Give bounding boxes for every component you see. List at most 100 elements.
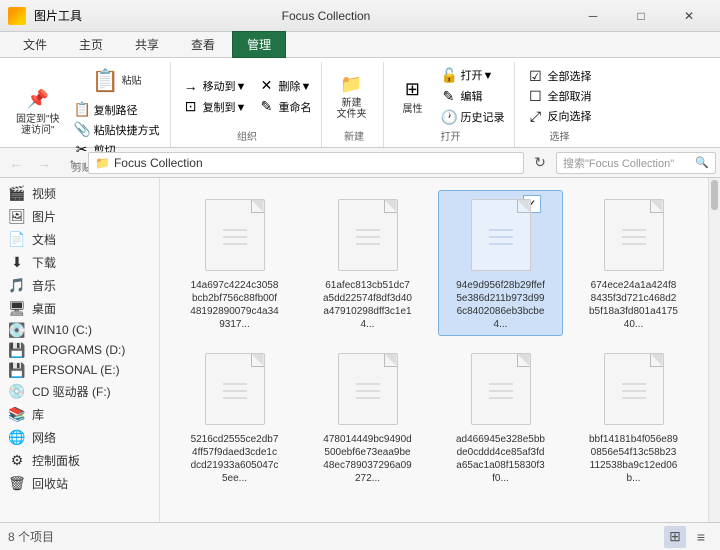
close-button[interactable]: ✕ [666,2,712,30]
select-all-button[interactable]: ☑ 全部选择 [523,67,595,86]
sidebar-label-pictures: 图片 [32,208,56,225]
videos-icon: 🎬 [8,187,26,201]
move-to-button[interactable]: → 移动到▼ [179,76,251,95]
invert-icon: ⤢ [527,108,543,125]
sidebar-item-control-panel[interactable]: ⚙ 控制面板 [0,449,159,472]
d-drive-icon: 💾 [8,343,26,357]
sidebar-item-desktop[interactable]: 🖥 桌面 [0,297,159,320]
address-path[interactable]: 📁 Focus Collection [88,152,524,174]
sidebar-label-documents: 文档 [32,231,56,248]
file-item-0[interactable]: 14a697c4224c3058bcb2bf756c88fb00f4819289… [172,190,297,336]
paste-label: 粘贴 [122,76,142,87]
properties-button[interactable]: ⊞ 属性 [392,75,432,118]
copy-path-button[interactable]: 📋 复制路径 [70,100,164,119]
sidebar-label-music: 音乐 [32,277,56,294]
f-drive-icon: 💿 [8,385,26,399]
documents-icon: 📄 [8,233,26,247]
history-label: 历史记录 [460,109,504,125]
file-doc-7 [604,353,664,425]
file-icon-6 [461,349,541,429]
file-item-1[interactable]: 61afec813cb51dc7a5dd22574f8df3d40a479102… [305,190,430,336]
desktop-icon: 🖥 [8,302,26,316]
tab-view[interactable]: 查看 [176,31,230,57]
up-button[interactable]: ↑ [60,151,84,175]
rename-label: 重命名 [278,99,311,115]
file-icon-0 [195,195,275,275]
sidebar-label-recycle-bin: 回收站 [32,475,68,492]
sidebar-item-c-drive[interactable]: 💽 WIN10 (C:) [0,320,159,340]
paste-shortcut-button[interactable]: 📎 粘贴快捷方式 [70,120,164,139]
file-scrollbar[interactable] [708,178,720,522]
ribbon-group-new: 📁 新建文件夹 新建 [324,62,384,147]
open-button[interactable]: 🔓 打开▼ [436,66,508,85]
edit-button[interactable]: ✎ 编辑 [436,87,508,106]
copy-label: 复制到▼ [203,99,247,115]
ribbon-tabs: 文件 主页 共享 查看 管理 [0,32,720,58]
sidebar-item-d-drive[interactable]: 💾 PROGRAMS (D:) [0,340,159,360]
new-folder-button[interactable]: 📁 新建文件夹 [330,69,372,123]
file-icon-3 [594,195,674,275]
new-content: 📁 新建文件夹 [330,64,377,128]
rename-button[interactable]: ✎ 重命名 [254,97,315,116]
deselect-all-icon: ☐ [527,88,543,105]
sidebar-item-e-drive[interactable]: 💾 PERSONAL (E:) [0,360,159,380]
file-item-6[interactable]: ad466945e328e5bbde0cddd4ce85af3fda65ac1a… [438,344,563,490]
invert-label: 反向选择 [547,108,591,124]
sidebar-label-c-drive: WIN10 (C:) [32,323,92,337]
item-count: 8 个项目 [8,528,54,545]
sidebar-item-documents[interactable]: 📄 文档 [0,228,159,251]
back-button[interactable]: ← [4,151,28,175]
select-label: 选择 [523,128,595,145]
copy-icon: ⊡ [183,98,199,115]
delete-button[interactable]: ✕ 删除▼ [254,76,315,95]
properties-label: 属性 [402,104,422,115]
deselect-all-label: 全部取消 [547,88,591,104]
clipboard-small-btns: 📋 复制路径 📎 粘贴快捷方式 ✂ 剪切 [70,100,164,159]
move-label: 移动到▼ [203,78,247,94]
file-item-2[interactable]: ✓ 94e9d956f28b29ffef5e386d211b973d996c84… [438,190,563,336]
grid-view-button[interactable]: ⊞ [664,526,686,548]
file-grid: 14a697c4224c3058bcb2bf756c88fb00f4819289… [168,186,700,494]
file-item-3[interactable]: 674ece24a1a424f88435f3d721c468d2b5f18a3f… [571,190,696,336]
refresh-button[interactable]: ↻ [528,151,552,175]
search-box[interactable]: 搜索"Focus Collection" 🔍 [556,152,716,174]
file-icon-7 [594,349,674,429]
sidebar-item-library[interactable]: 📚 库 [0,403,159,426]
path-icon: 📁 [95,156,110,170]
ribbon-group-clipboard: 📌 固定到"快速访问" 📋 粘贴 📋 复制路径 📎 粘贴快捷方式 [4,62,171,147]
history-button[interactable]: 🕐 历史记录 [436,108,508,127]
file-item-4[interactable]: 5216cd2555ce2db74ff57f9daed3cde1cdcd2193… [172,344,297,490]
file-item-5[interactable]: 478014449bc9490d500ebf6e73eaa9be48ec7890… [305,344,430,490]
tab-file[interactable]: 文件 [8,31,62,57]
minimize-button[interactable]: ─ [570,2,616,30]
file-item-7[interactable]: bbf14181b4f056e890856e54f13c58b23112538b… [571,344,696,490]
deselect-all-button[interactable]: ☐ 全部取消 [523,87,595,106]
sidebar-item-f-drive[interactable]: 💿 CD 驱动器 (F:) [0,380,159,403]
properties-icon: ⊞ [400,78,424,102]
move-icon: → [183,78,199,94]
tab-share[interactable]: 共享 [120,31,174,57]
invert-selection-button[interactable]: ⤢ 反向选择 [523,107,595,126]
app-name: 图片工具 [34,7,82,24]
copy-path-label: 复制路径 [94,102,138,118]
sidebar-item-downloads[interactable]: ⬇ 下载 [0,251,159,274]
sidebar-item-recycle-bin[interactable]: 🗑 回收站 [0,472,159,495]
maximize-button[interactable]: □ [618,2,664,30]
sidebar-item-network[interactable]: 🌐 网络 [0,426,159,449]
sidebar-item-music[interactable]: 🎵 音乐 [0,274,159,297]
tab-home[interactable]: 主页 [64,31,118,57]
search-placeholder: 搜索"Focus Collection" [563,155,674,171]
file-doc-5 [338,353,398,425]
app-icon [8,7,26,25]
paste-button[interactable]: 📋 粘贴 [70,64,164,98]
sidebar-label-desktop: 桌面 [32,300,56,317]
file-name-6: ad466945e328e5bbde0cddd4ce85af3fda65ac1a… [456,433,546,485]
forward-button[interactable]: → [32,151,56,175]
list-view-button[interactable]: ≡ [690,526,712,548]
sidebar-item-videos[interactable]: 🎬 视频 [0,182,159,205]
sidebar-item-pictures[interactable]: 🖼 图片 [0,205,159,228]
window-controls: ─ □ ✕ [570,2,712,30]
pin-quick-access-button[interactable]: 📌 固定到"快速访问" [10,85,66,139]
tab-manage[interactable]: 管理 [232,31,286,58]
copy-to-button[interactable]: ⊡ 复制到▼ [179,97,251,116]
